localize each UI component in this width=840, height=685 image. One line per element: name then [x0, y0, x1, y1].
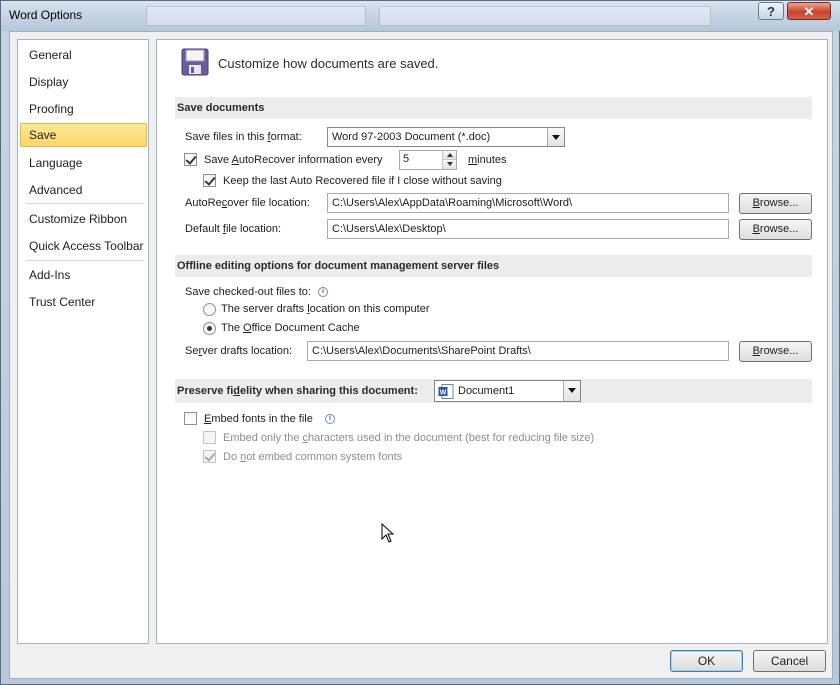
nav-item-proofing[interactable]: Proofing: [20, 97, 147, 121]
fidelity-document-dropdown[interactable]: W Document1: [434, 380, 581, 402]
close-button[interactable]: ✕: [787, 2, 831, 20]
floppy-disk-icon: [181, 48, 209, 76]
nav-item-display[interactable]: Display: [20, 70, 147, 94]
chevron-down-icon[interactable]: [563, 381, 580, 401]
word-document-icon: W: [438, 384, 454, 399]
server-drafts-radio[interactable]: [203, 303, 216, 316]
save-format-dropdown[interactable]: Word 97-2003 Document (*.doc): [327, 127, 565, 147]
minutes-label: minutes: [468, 154, 507, 166]
svg-text:W: W: [440, 390, 447, 397]
fidelity-document-value: Document1: [458, 385, 515, 397]
section-header-save-documents: Save documents: [175, 97, 812, 119]
title-bar[interactable]: Word Options ? ✕: [1, 1, 840, 31]
office-document-cache-radio-label: The Office Document Cache: [221, 322, 360, 334]
options-nav: General Display Proofing Save Language A…: [17, 39, 149, 644]
nav-item-general[interactable]: General: [20, 43, 147, 67]
keep-last-autorecovered-label: Keep the last Auto Recovered file if I c…: [223, 175, 502, 187]
autorecover-label: Save AutoRecover information every: [204, 154, 383, 166]
save-format-label: Save files in this format:: [185, 131, 302, 143]
save-checked-out-label: Save checked-out files to:: [185, 286, 311, 298]
cancel-button[interactable]: Cancel: [753, 650, 826, 672]
autorecover-checkbox[interactable]: [184, 153, 197, 166]
nav-divider: [26, 203, 144, 204]
autorecover-minutes-value: 5: [403, 153, 410, 165]
do-not-embed-common-fonts-checkbox[interactable]: [203, 450, 216, 463]
spin-up-icon[interactable]: [443, 151, 456, 160]
server-drafts-radio-label: The server drafts location on this compu…: [221, 303, 430, 315]
embed-fonts-checkbox[interactable]: [184, 412, 197, 425]
nav-item-customize-ribbon[interactable]: Customize Ribbon: [20, 207, 147, 231]
autorecover-location-field[interactable]: C:\Users\Alex\AppData\Roaming\Microsoft\…: [327, 193, 729, 213]
nav-item-add-ins[interactable]: Add-Ins: [20, 263, 147, 287]
autorecover-location-label: AutoRecover file location:: [185, 197, 310, 209]
ok-button[interactable]: OK: [670, 650, 743, 672]
dialog-client-area: General Display Proofing Save Language A…: [9, 31, 833, 679]
nav-item-language[interactable]: Language: [20, 151, 147, 175]
embed-fonts-label: Embed fonts in the file: [204, 413, 313, 425]
nav-item-save[interactable]: Save: [20, 123, 147, 147]
default-location-browse-button[interactable]: Browse...: [739, 219, 812, 240]
nav-divider: [26, 260, 144, 261]
server-drafts-location-label: Server drafts location:: [185, 345, 293, 357]
window-frame: Word Options ? ✕ General Display Proofin…: [0, 0, 840, 685]
nav-item-advanced[interactable]: Advanced: [20, 178, 147, 202]
nav-item-trust-center[interactable]: Trust Center: [20, 290, 147, 314]
info-icon: i: [318, 287, 328, 297]
save-options-panel: Customize how documents are saved. Save …: [156, 39, 828, 644]
chevron-down-icon[interactable]: [547, 128, 564, 146]
embed-only-used-characters-checkbox[interactable]: [203, 431, 216, 444]
server-drafts-browse-button[interactable]: Browse...: [739, 341, 812, 362]
keep-last-autorecovered-checkbox[interactable]: [203, 174, 216, 187]
spinner-buttons: [442, 151, 456, 169]
background-ribbon-glimpse: [379, 6, 711, 26]
info-icon: i: [325, 414, 335, 424]
spin-down-icon[interactable]: [443, 160, 456, 169]
do-not-embed-common-fonts-label: Do not embed common system fonts: [223, 451, 403, 463]
window-title: Word Options: [9, 8, 83, 22]
background-ribbon-glimpse: [146, 6, 366, 26]
default-location-field[interactable]: C:\Users\Alex\Desktop\: [327, 219, 729, 239]
section-header-offline-editing: Offline editing options for document man…: [175, 255, 812, 277]
autorecover-minutes-spinner[interactable]: 5: [399, 150, 457, 170]
autorecover-browse-button[interactable]: Browse...: [739, 193, 812, 214]
embed-only-used-characters-label: Embed only the characters used in the do…: [223, 432, 595, 444]
mouse-cursor-icon: [381, 522, 395, 543]
nav-item-quick-access-toolbar[interactable]: Quick Access Toolbar: [20, 234, 147, 258]
help-button[interactable]: ?: [758, 2, 784, 20]
page-title: Customize how documents are saved.: [218, 56, 439, 71]
server-drafts-location-field[interactable]: C:\Users\Alex\Documents\SharePoint Draft…: [307, 341, 729, 361]
office-document-cache-radio[interactable]: [203, 322, 216, 335]
save-format-value: Word 97-2003 Document (*.doc): [332, 131, 491, 143]
default-location-label: Default file location:: [185, 223, 282, 235]
